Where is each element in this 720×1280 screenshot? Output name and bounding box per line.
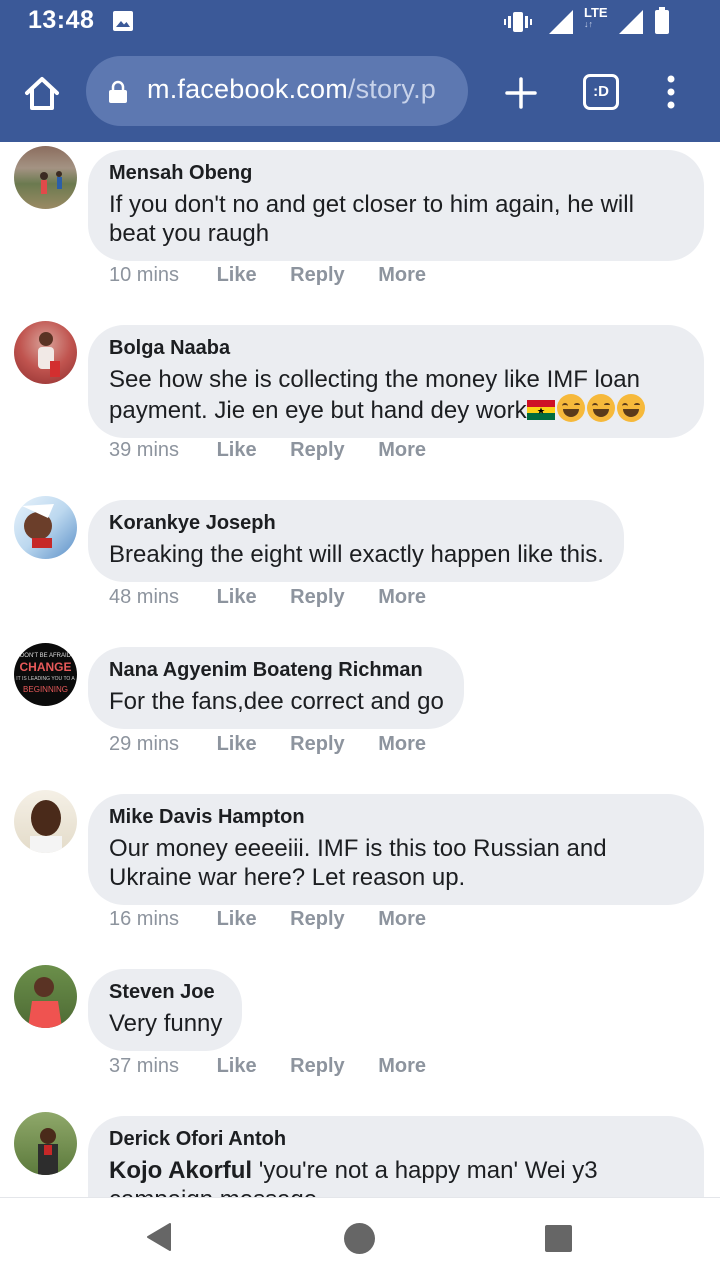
comment-author[interactable]: Mike Davis Hampton xyxy=(109,804,684,831)
signal-icon xyxy=(619,10,643,34)
comment-author[interactable]: Bolga Naaba xyxy=(109,335,684,362)
comment-author[interactable]: Nana Agyenim Boateng Richman xyxy=(109,657,444,684)
lte-icon: LTE ↓↑ xyxy=(584,5,608,29)
more-button[interactable]: More xyxy=(378,439,426,462)
reply-button[interactable]: Reply xyxy=(290,439,344,462)
back-icon[interactable] xyxy=(146,1222,172,1252)
status-bar: 13:48 LTE ↓↑ xyxy=(0,0,720,44)
comment-time[interactable]: 29 mins xyxy=(109,733,211,756)
like-button[interactable]: Like xyxy=(217,908,257,931)
avatar[interactable] xyxy=(14,790,77,853)
comment-author[interactable]: Steven Joe xyxy=(109,979,222,1006)
avatar[interactable] xyxy=(14,146,77,209)
battery-icon xyxy=(655,7,669,34)
comment-text: For the fans,dee correct and go xyxy=(109,688,444,715)
tears-of-joy-emoji xyxy=(586,394,615,422)
avatar-caption-bottom: BEGINNING xyxy=(23,685,68,694)
url-domain: m.facebook.com xyxy=(147,74,348,104)
comment-bubble: Bolga Naaba See how she is collecting th… xyxy=(88,325,704,438)
comment-bubble: Mike Davis Hampton Our money eeeeiii. IM… xyxy=(88,794,704,905)
overflow-menu-icon[interactable] xyxy=(662,74,680,110)
avatar[interactable] xyxy=(14,1112,77,1175)
avatar-caption-sub: IT IS LEADING YOU TO A xyxy=(16,676,75,682)
status-icons: LTE ↓↑ xyxy=(504,5,698,37)
reply-button[interactable]: Reply xyxy=(290,1055,344,1078)
like-button[interactable]: Like xyxy=(217,586,257,609)
avatar[interactable] xyxy=(14,496,77,559)
tears-of-joy-emoji xyxy=(616,394,645,422)
comment-time[interactable]: 10 mins xyxy=(109,264,211,287)
comment-bubble: Derick Ofori Antoh Kojo Akorful 'you're … xyxy=(88,1116,704,1198)
comment-meta: 10 mins Like Reply More xyxy=(109,264,454,287)
like-button[interactable]: Like xyxy=(217,1055,257,1078)
comment-text: If you don't no and get closer to him ag… xyxy=(109,191,634,247)
comment-author[interactable]: Derick Ofori Antoh xyxy=(109,1126,684,1153)
more-button[interactable]: More xyxy=(378,586,426,609)
lock-icon xyxy=(109,80,127,103)
comment-meta: 16 mins Like Reply More xyxy=(109,908,454,931)
reply-button[interactable]: Reply xyxy=(290,733,344,756)
plus-icon[interactable] xyxy=(504,76,538,110)
comment-time[interactable]: 37 mins xyxy=(109,1055,211,1078)
comment-text: Kojo Akorful 'you're not a happy man' We… xyxy=(109,1156,684,1198)
avatar: DON'T BE AFRAID CHANGE IT IS LEADING YOU… xyxy=(14,643,77,706)
signal-icon xyxy=(549,10,573,34)
more-button[interactable]: More xyxy=(378,908,426,931)
address-bar[interactable]: m.facebook.com/story.p xyxy=(86,56,468,126)
comment-mention[interactable]: Kojo Akorful xyxy=(109,1157,252,1184)
comment-bubble: Korankye Joseph Breaking the eight will … xyxy=(88,500,624,582)
comments-list: Mensah Obeng If you don't no and get clo… xyxy=(0,142,720,1198)
browser-header: 13:48 LTE ↓↑ m.facebook.com/story.p:D xyxy=(0,0,720,142)
comment-meta: 48 mins Like Reply More xyxy=(109,586,454,609)
reply-button[interactable]: Reply xyxy=(290,908,344,931)
url-path: /story.p xyxy=(347,74,437,104)
comment-text: Our money eeeeiii. IMF is this too Russi… xyxy=(109,835,607,891)
avatar[interactable] xyxy=(14,321,77,384)
image-icon xyxy=(113,11,133,31)
like-button[interactable]: Like xyxy=(217,733,257,756)
comment-bubble: Mensah Obeng If you don't no and get clo… xyxy=(88,150,704,261)
url-text: m.facebook.com/story.p xyxy=(147,74,436,105)
comment-meta: 39 mins Like Reply More xyxy=(109,439,454,462)
comment-bubble: Steven Joe Very funny xyxy=(88,969,243,1051)
comment-text: Very funny xyxy=(109,1010,223,1037)
reply-button[interactable]: Reply xyxy=(290,586,344,609)
more-button[interactable]: More xyxy=(378,1055,426,1078)
home-icon[interactable] xyxy=(22,74,62,112)
more-button[interactable]: More xyxy=(378,264,426,287)
avatar[interactable] xyxy=(14,965,77,1028)
avatar-caption-top: DON'T BE AFRAID xyxy=(19,653,72,659)
ghana-flag-emoji xyxy=(526,400,555,420)
comment-time[interactable]: 39 mins xyxy=(109,439,211,462)
comment-author[interactable]: Korankye Joseph xyxy=(109,510,604,537)
reply-button[interactable]: Reply xyxy=(290,264,344,287)
system-nav-bar xyxy=(0,1197,720,1280)
home-circle-icon[interactable] xyxy=(344,1223,375,1254)
comment-meta: 29 mins Like Reply More xyxy=(109,733,454,756)
like-button[interactable]: Like xyxy=(217,439,257,462)
status-time: 13:48 xyxy=(28,6,95,34)
lte-label: LTE xyxy=(584,5,608,20)
more-button[interactable]: More xyxy=(378,733,426,756)
tears-of-joy-emoji xyxy=(556,394,585,422)
comment-bubble: Nana Agyenim Boateng Richman For the fan… xyxy=(88,647,464,729)
like-button[interactable]: Like xyxy=(217,264,257,287)
comment-time[interactable]: 48 mins xyxy=(109,586,211,609)
comment-text: Breaking the eight will exactly happen l… xyxy=(109,541,604,568)
comment-time[interactable]: 16 mins xyxy=(109,908,211,931)
tabs-icon[interactable]: :D xyxy=(583,74,619,110)
comment-meta: 37 mins Like Reply More xyxy=(109,1055,454,1078)
comment-text: See how she is collecting the money like… xyxy=(109,365,684,425)
avatar-caption-main: CHANGE xyxy=(19,660,72,674)
comment-author[interactable]: Mensah Obeng xyxy=(109,160,684,187)
vibrate-icon xyxy=(504,12,532,32)
recents-icon[interactable] xyxy=(545,1225,572,1252)
url-toolbar: m.facebook.com/story.p :D xyxy=(0,56,720,128)
